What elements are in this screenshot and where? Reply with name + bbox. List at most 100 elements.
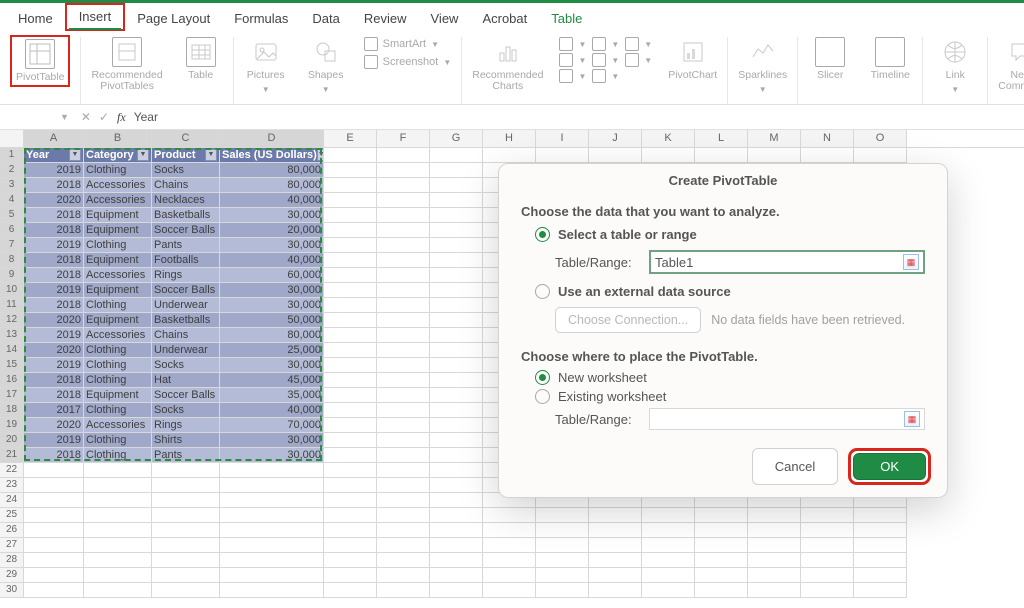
cell[interactable] [324, 313, 377, 328]
cell[interactable]: 2018 [24, 388, 84, 403]
cell[interactable]: Clothing [84, 343, 152, 358]
cell[interactable] [377, 328, 430, 343]
cell[interactable] [695, 508, 748, 523]
row-header[interactable]: 8 [0, 253, 24, 268]
cell[interactable]: Clothing [84, 403, 152, 418]
cell[interactable]: 2020 [24, 193, 84, 208]
cell[interactable]: Hat [152, 373, 220, 388]
cell[interactable] [430, 448, 483, 463]
cell[interactable]: Socks [152, 163, 220, 178]
table-button[interactable]: Table [179, 37, 223, 92]
cell[interactable] [324, 448, 377, 463]
cell[interactable] [324, 418, 377, 433]
cell[interactable] [695, 148, 748, 163]
column-header-E[interactable]: E [324, 130, 377, 147]
row-header[interactable]: 12 [0, 313, 24, 328]
tab-page-layout[interactable]: Page Layout [125, 7, 222, 31]
chart-type-6[interactable]: ▼ [625, 53, 652, 67]
tab-home[interactable]: Home [6, 7, 65, 31]
row-header[interactable]: 4 [0, 193, 24, 208]
radio-select-table-range[interactable]: Select a table or range [535, 227, 925, 242]
cell[interactable] [642, 553, 695, 568]
cell[interactable] [589, 523, 642, 538]
chart-type-3[interactable]: ▼ [625, 37, 652, 51]
cell[interactable]: Accessories [84, 193, 152, 208]
cell[interactable]: Equipment [84, 388, 152, 403]
column-header-H[interactable]: H [483, 130, 536, 147]
cell[interactable]: Soccer Balls [152, 388, 220, 403]
cell[interactable] [483, 583, 536, 598]
cell[interactable] [24, 553, 84, 568]
cell[interactable] [748, 508, 801, 523]
cell[interactable] [377, 313, 430, 328]
cell[interactable] [536, 508, 589, 523]
cell[interactable] [854, 568, 907, 583]
cell[interactable] [430, 163, 483, 178]
tab-review[interactable]: Review [352, 7, 419, 31]
cell[interactable] [430, 463, 483, 478]
cell[interactable] [430, 553, 483, 568]
cell[interactable] [324, 358, 377, 373]
cell[interactable]: Rings [152, 268, 220, 283]
cell[interactable] [430, 313, 483, 328]
cell[interactable] [324, 568, 377, 583]
cell[interactable]: Clothing [84, 163, 152, 178]
cell[interactable] [220, 538, 324, 553]
cell[interactable] [642, 508, 695, 523]
cell[interactable] [324, 538, 377, 553]
cell[interactable] [536, 538, 589, 553]
cell[interactable] [152, 478, 220, 493]
accept-entry-icon[interactable]: ✓ [99, 110, 109, 124]
cell[interactable] [854, 538, 907, 553]
cell[interactable]: 30,000 [220, 433, 324, 448]
cell[interactable]: Clothing [84, 298, 152, 313]
cell[interactable] [24, 478, 84, 493]
cell[interactable] [377, 298, 430, 313]
column-header-L[interactable]: L [695, 130, 748, 147]
cell[interactable] [324, 553, 377, 568]
shapes-button[interactable]: Shapes▼ [304, 37, 348, 95]
column-header-M[interactable]: M [748, 130, 801, 147]
cell[interactable] [642, 523, 695, 538]
cell[interactable]: 2019 [24, 358, 84, 373]
cell[interactable] [24, 583, 84, 598]
cell[interactable] [377, 568, 430, 583]
cell[interactable] [152, 553, 220, 568]
cell[interactable] [430, 388, 483, 403]
cell[interactable]: 30,000 [220, 238, 324, 253]
cell[interactable]: Basketballs [152, 313, 220, 328]
cell[interactable]: 2019 [24, 283, 84, 298]
row-header[interactable]: 13 [0, 328, 24, 343]
cell[interactable] [801, 553, 854, 568]
cell[interactable] [430, 208, 483, 223]
timeline-button[interactable]: Timeline [868, 37, 912, 81]
cell[interactable] [642, 538, 695, 553]
cell[interactable] [377, 358, 430, 373]
cell[interactable]: 2018 [24, 253, 84, 268]
cell[interactable]: 2019 [24, 238, 84, 253]
cell[interactable] [220, 463, 324, 478]
cell[interactable] [483, 148, 536, 163]
cell[interactable]: Underwear [152, 298, 220, 313]
cell[interactable] [483, 568, 536, 583]
cell[interactable] [377, 163, 430, 178]
range-selector-icon[interactable]: ▦ [904, 411, 920, 427]
cell[interactable] [24, 508, 84, 523]
cell[interactable]: 2018 [24, 208, 84, 223]
row-header[interactable]: 22 [0, 463, 24, 478]
cell[interactable] [430, 343, 483, 358]
cell[interactable] [324, 268, 377, 283]
pivotchart-button[interactable]: PivotChart [668, 37, 717, 92]
cell[interactable]: 40,000 [220, 193, 324, 208]
ok-button[interactable]: OK [853, 453, 926, 480]
cell[interactable] [152, 523, 220, 538]
cell[interactable] [324, 343, 377, 358]
tab-table[interactable]: Table [539, 7, 594, 31]
cell[interactable] [324, 478, 377, 493]
cell[interactable] [377, 538, 430, 553]
cancel-entry-icon[interactable]: ✕ [81, 110, 91, 124]
row-header[interactable]: 7 [0, 238, 24, 253]
radio-new-worksheet[interactable]: New worksheet [535, 370, 925, 385]
cell[interactable] [377, 403, 430, 418]
select-all-corner[interactable] [0, 130, 24, 147]
